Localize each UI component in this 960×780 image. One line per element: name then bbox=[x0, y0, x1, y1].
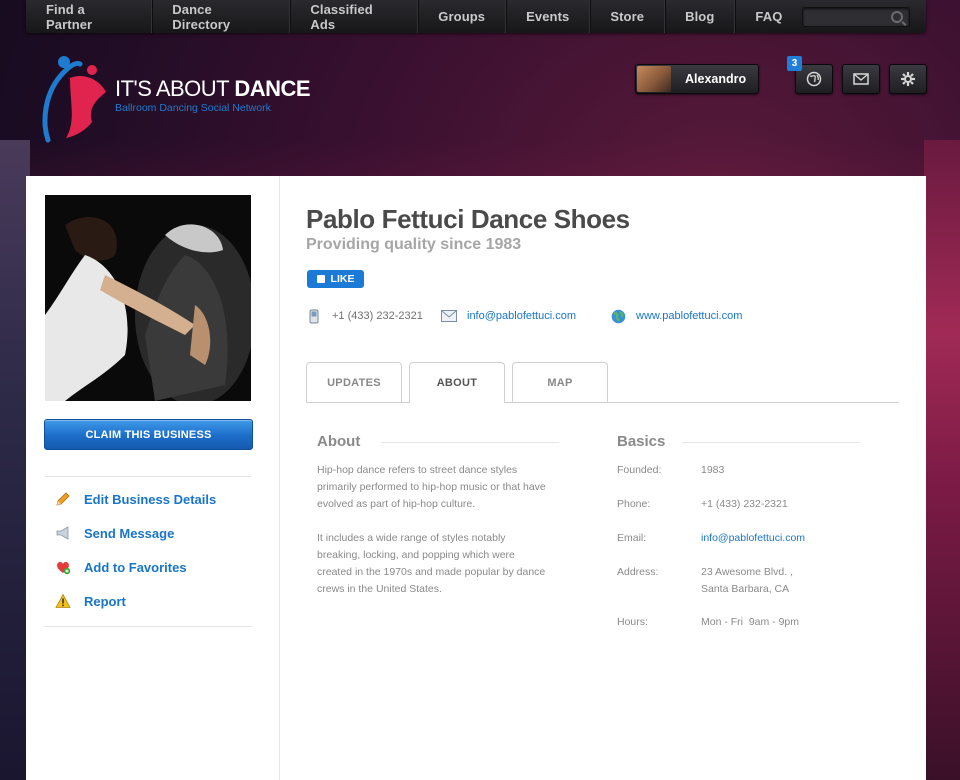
warning-icon bbox=[54, 592, 72, 610]
nav-store[interactable]: Store bbox=[590, 0, 666, 33]
founded-value: 1983 bbox=[701, 464, 725, 476]
main-content: Pablo Fettuci Dance Shoes Providing qual… bbox=[280, 176, 926, 780]
divider bbox=[45, 476, 251, 477]
contact-email[interactable]: info@pablofettuci.com bbox=[441, 308, 576, 324]
address-line-1: 23 Awesome Blvd. , bbox=[701, 566, 794, 578]
add-to-favorites-link[interactable]: Add to Favorites bbox=[54, 557, 187, 577]
globe-icon bbox=[806, 71, 822, 87]
nav-events[interactable]: Events bbox=[506, 0, 591, 33]
like-button[interactable]: LIKE bbox=[307, 270, 364, 288]
website-link[interactable]: www.pablofettuci.com bbox=[636, 310, 742, 322]
claim-business-button[interactable]: CLAIM THIS BUSINESS bbox=[44, 419, 253, 450]
contact-phone: +1 (433) 232-2321 bbox=[306, 308, 423, 324]
nav-classified-ads[interactable]: Classified Ads bbox=[290, 0, 419, 33]
hours-label: Hours: bbox=[617, 616, 648, 628]
avatar bbox=[637, 66, 671, 92]
about-heading: About bbox=[317, 433, 361, 450]
messages-button[interactable] bbox=[842, 64, 880, 94]
search-box bbox=[802, 6, 910, 27]
report-link[interactable]: Report bbox=[54, 591, 126, 611]
pencil-icon bbox=[54, 490, 72, 508]
user-name: Alexandro bbox=[685, 72, 747, 86]
hours-value: Mon - Fri 9am - 9pm bbox=[701, 616, 800, 628]
dancers-image bbox=[45, 195, 251, 401]
send-message-link[interactable]: Send Message bbox=[54, 523, 174, 543]
address-label: Address: bbox=[617, 566, 659, 578]
heart-icon bbox=[54, 558, 72, 576]
action-label: Report bbox=[84, 593, 126, 609]
edit-business-details-link[interactable]: Edit Business Details bbox=[54, 489, 216, 509]
thumbs-up-icon bbox=[316, 275, 325, 283]
mail-icon bbox=[441, 308, 457, 324]
action-label: Send Message bbox=[84, 525, 175, 541]
nav-blog[interactable]: Blog bbox=[665, 0, 736, 33]
action-label: Add to Favorites bbox=[84, 559, 187, 575]
top-navigation: Find a Partner Dance Directory Classifie… bbox=[26, 0, 926, 33]
notification-badge: 3 bbox=[787, 56, 802, 71]
search-icon[interactable] bbox=[891, 10, 903, 23]
tab-about[interactable]: ABOUT bbox=[409, 362, 505, 403]
gear-icon bbox=[901, 72, 915, 86]
email-link[interactable]: info@pablofettuci.com bbox=[467, 310, 576, 322]
sidebar: CLAIM THIS BUSINESS Edit Business Detail… bbox=[26, 176, 280, 780]
business-name: Pablo Fettuci Dance Shoes bbox=[306, 204, 630, 234]
about-paragraph-1: Hip-hop dance refers to street dance sty… bbox=[317, 464, 546, 510]
business-profile-card: CLAIM THIS BUSINESS Edit Business Detail… bbox=[26, 176, 926, 780]
action-label: Edit Business Details bbox=[84, 491, 217, 507]
business-tagline: Providing quality since 1983 bbox=[306, 236, 522, 253]
tab-updates[interactable]: UPDATES bbox=[306, 362, 402, 402]
nav-groups[interactable]: Groups bbox=[418, 0, 507, 33]
address-line-2: Santa Barbara, CA bbox=[701, 583, 790, 595]
settings-button[interactable] bbox=[889, 64, 927, 94]
email-label: Email: bbox=[617, 532, 647, 544]
basics-heading: Basics bbox=[617, 433, 666, 450]
phone-text: +1 (433) 232-2321 bbox=[332, 310, 423, 322]
divider bbox=[45, 626, 251, 627]
founded-label: Founded: bbox=[617, 464, 662, 476]
logo-subtitle: Ballroom Dancing Social Network bbox=[115, 102, 271, 114]
phone-value: +1 (433) 232-2321 bbox=[701, 498, 788, 510]
nav-faq[interactable]: FAQ bbox=[735, 0, 802, 33]
nav-find-a-partner[interactable]: Find a Partner bbox=[26, 0, 153, 33]
contact-website[interactable]: www.pablofettuci.com bbox=[610, 308, 742, 324]
phone-icon bbox=[306, 308, 322, 324]
basics-rule bbox=[682, 442, 860, 443]
about-rule bbox=[381, 442, 559, 443]
like-label: LIKE bbox=[330, 273, 355, 285]
site-logo[interactable]: IT'S ABOUT DANCE Ballroom Dancing Social… bbox=[40, 52, 311, 147]
email-value-link[interactable]: info@pablofettuci.com bbox=[701, 530, 805, 547]
user-menu-button[interactable]: Alexandro bbox=[635, 64, 759, 94]
nav-dance-directory[interactable]: Dance Directory bbox=[152, 0, 291, 33]
logo-title: IT'S ABOUT DANCE bbox=[115, 76, 311, 101]
profile-tabs: UPDATES ABOUT MAP bbox=[306, 362, 899, 403]
background-right-edge bbox=[924, 140, 960, 780]
globe-icon bbox=[610, 308, 626, 324]
about-paragraph-2: It includes a wide range of styles notab… bbox=[317, 532, 546, 595]
dancer-logo-icon bbox=[42, 56, 106, 143]
phone-label: Phone: bbox=[617, 498, 651, 510]
business-photo bbox=[45, 195, 251, 401]
mail-icon bbox=[853, 73, 869, 85]
tab-map[interactable]: MAP bbox=[512, 362, 608, 402]
megaphone-icon bbox=[54, 524, 72, 542]
